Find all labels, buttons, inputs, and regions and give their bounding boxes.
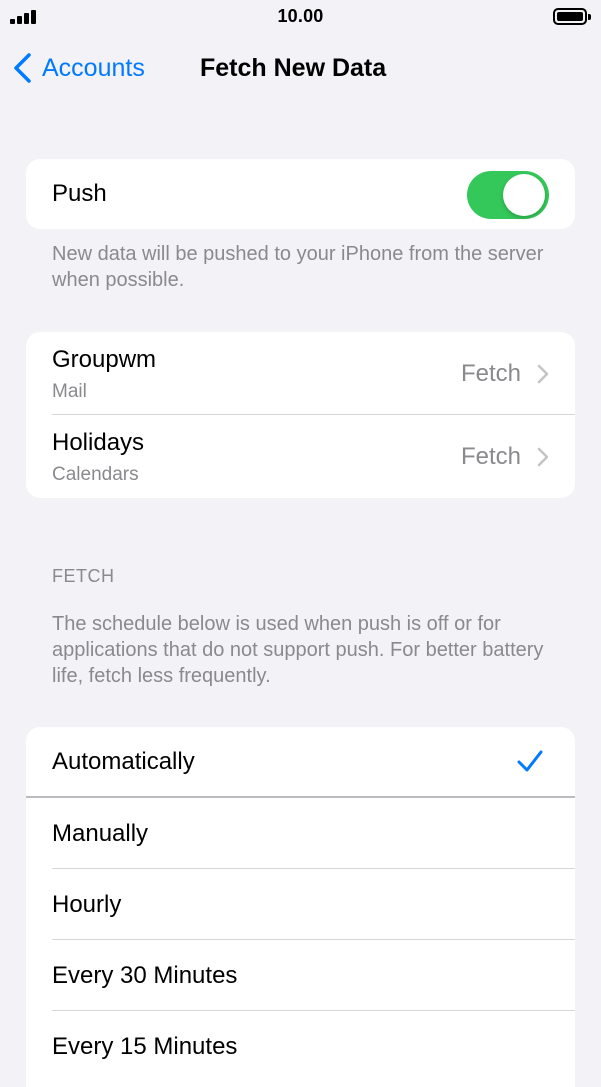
status-bar: 10.00	[0, 0, 601, 34]
account-row-holidays[interactable]: Holidays Calendars Fetch	[26, 415, 575, 498]
account-name: Groupwm	[52, 346, 157, 373]
account-fetch-value: Fetch	[460, 360, 521, 387]
fetch-option-label: Hourly	[52, 891, 122, 918]
account-type: Mail	[52, 381, 87, 402]
push-row: Push	[26, 159, 575, 229]
fetch-section-header: FETCH	[52, 566, 115, 586]
fetch-option-hourly[interactable]: Hourly	[26, 869, 575, 940]
fetch-option-automatically[interactable]: Automatically	[26, 727, 575, 798]
chevron-left-icon	[14, 53, 31, 83]
page-title: Fetch New Data	[200, 54, 387, 82]
navigation-bar: Accounts Fetch New Data	[0, 40, 601, 96]
checkmark-icon	[517, 750, 543, 772]
chevron-right-icon	[537, 447, 549, 467]
back-button[interactable]: Accounts	[12, 50, 145, 86]
chevron-right-icon	[537, 364, 549, 384]
push-toggle[interactable]	[467, 171, 549, 219]
fetch-option-label: Automatically	[52, 748, 195, 775]
account-type: Calendars	[52, 464, 139, 485]
fetch-options-group: Automatically Manually Hourly Every 30 M…	[26, 727, 575, 1087]
back-button-label: Accounts	[42, 53, 145, 82]
fetch-footnote: The schedule below is used when push is …	[52, 613, 544, 687]
account-fetch-value: Fetch	[460, 443, 521, 470]
push-footnote: New data will be pushed to your iPhone f…	[52, 243, 544, 291]
account-row-groupwm[interactable]: Groupwm Mail Fetch	[26, 332, 575, 415]
fetch-option-every-30-minutes[interactable]: Every 30 Minutes	[26, 940, 575, 1011]
battery-icon	[553, 8, 591, 25]
toggle-knob	[503, 174, 545, 216]
account-name: Holidays	[52, 429, 145, 456]
push-label: Push	[52, 180, 107, 207]
fetch-option-label: Every 15 Minutes	[52, 1033, 238, 1060]
status-time: 10.00	[277, 6, 324, 26]
fetch-option-every-15-minutes[interactable]: Every 15 Minutes	[26, 1011, 575, 1082]
fetch-option-label: Every 30 Minutes	[52, 962, 238, 989]
push-group: Push	[26, 159, 575, 229]
fetch-option-manually[interactable]: Manually	[26, 798, 575, 869]
accounts-group: Groupwm Mail Fetch Holidays Calendars Fe…	[26, 332, 575, 498]
fetch-option-label: Manually	[52, 820, 149, 847]
